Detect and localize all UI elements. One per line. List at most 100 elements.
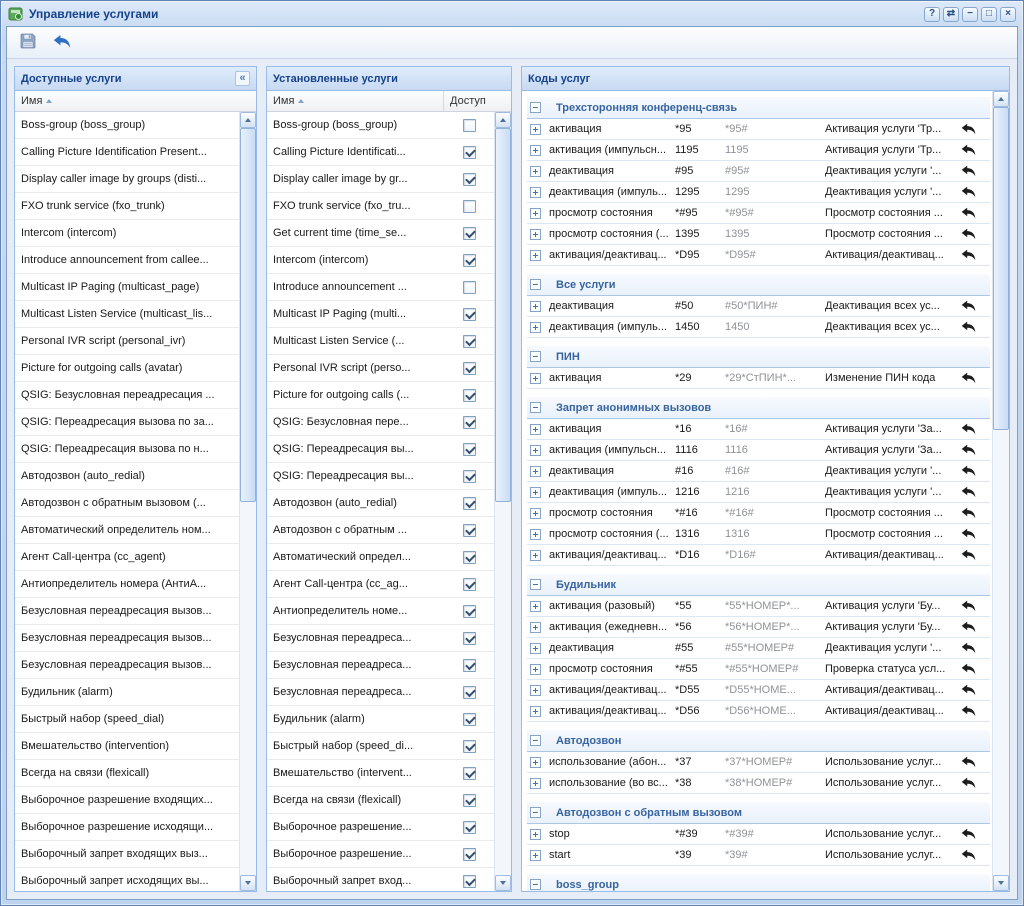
reset-code-icon[interactable] xyxy=(949,144,987,156)
service-list-item[interactable]: Personal IVR script (personal_ivr) xyxy=(15,328,239,355)
installed-service-item[interactable]: Выборочное разрешение... xyxy=(267,814,494,841)
reset-code-icon[interactable] xyxy=(949,465,987,477)
reset-code-icon[interactable] xyxy=(949,828,987,840)
column-header-access[interactable]: Доступ xyxy=(444,91,494,111)
service-list-item[interactable]: Выборочный запрет входящих выз... xyxy=(15,841,239,868)
reset-code-icon[interactable] xyxy=(949,372,987,384)
installed-service-item[interactable]: Агент Call-центра (cc_ag... xyxy=(267,571,494,598)
installed-service-item[interactable]: Автоматический определ... xyxy=(267,544,494,571)
service-list-item[interactable]: Вмешательство (intervention) xyxy=(15,733,239,760)
expand-row-icon[interactable] xyxy=(530,301,541,312)
service-list-item[interactable]: Multicast IP Paging (multicast_page) xyxy=(15,274,239,301)
code-row[interactable]: просмотр состояния *#16 *#16# Просмотр с… xyxy=(527,503,990,524)
code-row[interactable]: активация/деактивац... *D95 *D95# Актива… xyxy=(527,245,990,266)
scroll-up-button[interactable] xyxy=(495,112,511,128)
reset-code-icon[interactable] xyxy=(949,165,987,177)
service-access-checkbox[interactable] xyxy=(463,443,476,456)
expand-row-icon[interactable] xyxy=(530,445,541,456)
service-list-item[interactable]: Автодозвон с обратным вызовом (... xyxy=(15,490,239,517)
expand-row-icon[interactable] xyxy=(530,664,541,675)
expand-row-icon[interactable] xyxy=(530,643,541,654)
service-access-checkbox[interactable] xyxy=(463,119,476,132)
expand-row-icon[interactable] xyxy=(530,208,541,219)
reset-code-icon[interactable] xyxy=(949,756,987,768)
service-list-item[interactable]: Выборочный запрет исходящих вы... xyxy=(15,868,239,891)
reset-code-icon[interactable] xyxy=(949,321,987,333)
installed-service-item[interactable]: Безусловная переадреса... xyxy=(267,652,494,679)
code-row[interactable]: просмотр состояния *#95 *#95# Просмотр с… xyxy=(527,203,990,224)
reset-code-icon[interactable] xyxy=(949,528,987,540)
code-row[interactable]: деактивация #55 #55*НОМЕР# Деактивация у… xyxy=(527,638,990,659)
code-group-header[interactable]: boss_group xyxy=(527,874,990,891)
installed-service-item[interactable]: QSIG: Безусловная пере... xyxy=(267,409,494,436)
code-row[interactable]: деактивация (импуль... 1450 1450 Деактив… xyxy=(527,317,990,338)
service-access-checkbox[interactable] xyxy=(463,848,476,861)
code-row[interactable]: активация/деактивац... *D56 *D56*НОМЕ...… xyxy=(527,701,990,722)
code-row[interactable]: активация *29 *29*СтПИН*... Изменение ПИ… xyxy=(527,368,990,389)
expand-row-icon[interactable] xyxy=(530,424,541,435)
collapse-group-icon[interactable] xyxy=(530,879,541,890)
reset-code-icon[interactable] xyxy=(949,621,987,633)
service-list-item[interactable]: Display caller image by groups (disti... xyxy=(15,166,239,193)
code-group-header[interactable]: Трехсторонняя конференц-связь xyxy=(527,97,990,119)
expand-row-icon[interactable] xyxy=(530,322,541,333)
expand-row-icon[interactable] xyxy=(530,706,541,717)
reset-code-icon[interactable] xyxy=(949,705,987,717)
service-list-item[interactable]: Агент Call-центра (cc_agent) xyxy=(15,544,239,571)
code-row[interactable]: деактивация (импуль... 1216 1216 Деактив… xyxy=(527,482,990,503)
code-row[interactable]: активация/деактивац... *D55 *D55*НОМЕ...… xyxy=(527,680,990,701)
expand-row-icon[interactable] xyxy=(530,778,541,789)
code-row[interactable]: просмотр состояния (... 1316 1316 Просмо… xyxy=(527,524,990,545)
vertical-scrollbar[interactable] xyxy=(992,91,1009,891)
expand-row-icon[interactable] xyxy=(530,529,541,540)
service-access-checkbox[interactable] xyxy=(463,713,476,726)
code-row[interactable]: активация/деактивац... *D16 *D16# Актива… xyxy=(527,545,990,566)
scrollbar-thumb[interactable] xyxy=(495,128,511,502)
service-list-item[interactable]: QSIG: Переадресация вызова по за... xyxy=(15,409,239,436)
reset-code-icon[interactable] xyxy=(949,507,987,519)
expand-row-icon[interactable] xyxy=(530,373,541,384)
reset-code-icon[interactable] xyxy=(949,423,987,435)
installed-service-item[interactable]: Get current time (time_se... xyxy=(267,220,494,247)
service-list-item[interactable]: QSIG: Безусловная переадресация ... xyxy=(15,382,239,409)
installed-service-item[interactable]: Multicast Listen Service (... xyxy=(267,328,494,355)
service-access-checkbox[interactable] xyxy=(463,794,476,807)
scrollbar-thumb[interactable] xyxy=(993,107,1009,430)
service-access-checkbox[interactable] xyxy=(463,281,476,294)
service-access-checkbox[interactable] xyxy=(463,173,476,186)
service-list-item[interactable]: Безусловная переадресация вызов... xyxy=(15,652,239,679)
scrollbar-track[interactable] xyxy=(240,128,256,875)
code-row[interactable]: деактивация #16 #16# Деактивация услуги … xyxy=(527,461,990,482)
code-group-header[interactable]: ПИН xyxy=(527,346,990,368)
reset-code-icon[interactable] xyxy=(949,300,987,312)
installed-service-item[interactable]: Personal IVR script (perso... xyxy=(267,355,494,382)
service-list-item[interactable]: Picture for outgoing calls (avatar) xyxy=(15,355,239,382)
expand-row-icon[interactable] xyxy=(530,829,541,840)
scrollbar-track[interactable] xyxy=(993,107,1009,875)
installed-service-item[interactable]: Выборочный запрет вход... xyxy=(267,868,494,891)
installed-service-item[interactable]: Автодозвон (auto_redial) xyxy=(267,490,494,517)
installed-service-item[interactable]: Быстрый набор (speed_di... xyxy=(267,733,494,760)
service-list-item[interactable]: Безусловная переадресация вызов... xyxy=(15,625,239,652)
expand-row-icon[interactable] xyxy=(530,145,541,156)
help-button[interactable]: ? xyxy=(924,7,940,22)
installed-service-item[interactable]: Всегда на связи (flexicall) xyxy=(267,787,494,814)
code-group-header[interactable]: Все услуги xyxy=(527,274,990,296)
scroll-down-button[interactable] xyxy=(240,875,256,891)
expand-row-icon[interactable] xyxy=(530,601,541,612)
scroll-up-button[interactable] xyxy=(993,91,1009,107)
column-header-name[interactable]: Имя xyxy=(267,91,443,111)
installed-service-item[interactable]: Multicast IP Paging (multi... xyxy=(267,301,494,328)
expand-row-icon[interactable] xyxy=(530,124,541,135)
maximize-button[interactable]: □ xyxy=(981,7,997,22)
service-list-item[interactable]: QSIG: Переадресация вызова по н... xyxy=(15,436,239,463)
service-access-checkbox[interactable] xyxy=(463,605,476,618)
service-list-item[interactable]: Multicast Listen Service (multicast_lis.… xyxy=(15,301,239,328)
code-row[interactable]: деактивация #50 #50*ПИН# Деактивация все… xyxy=(527,296,990,317)
service-access-checkbox[interactable] xyxy=(463,227,476,240)
service-access-checkbox[interactable] xyxy=(463,416,476,429)
scrollbar-thumb[interactable] xyxy=(240,128,256,502)
installed-service-item[interactable]: QSIG: Переадресация вы... xyxy=(267,436,494,463)
code-row[interactable]: использование (во вс... *38 *38*НОМЕР# И… xyxy=(527,773,990,794)
installed-service-item[interactable]: Автодозвон с обратным ... xyxy=(267,517,494,544)
